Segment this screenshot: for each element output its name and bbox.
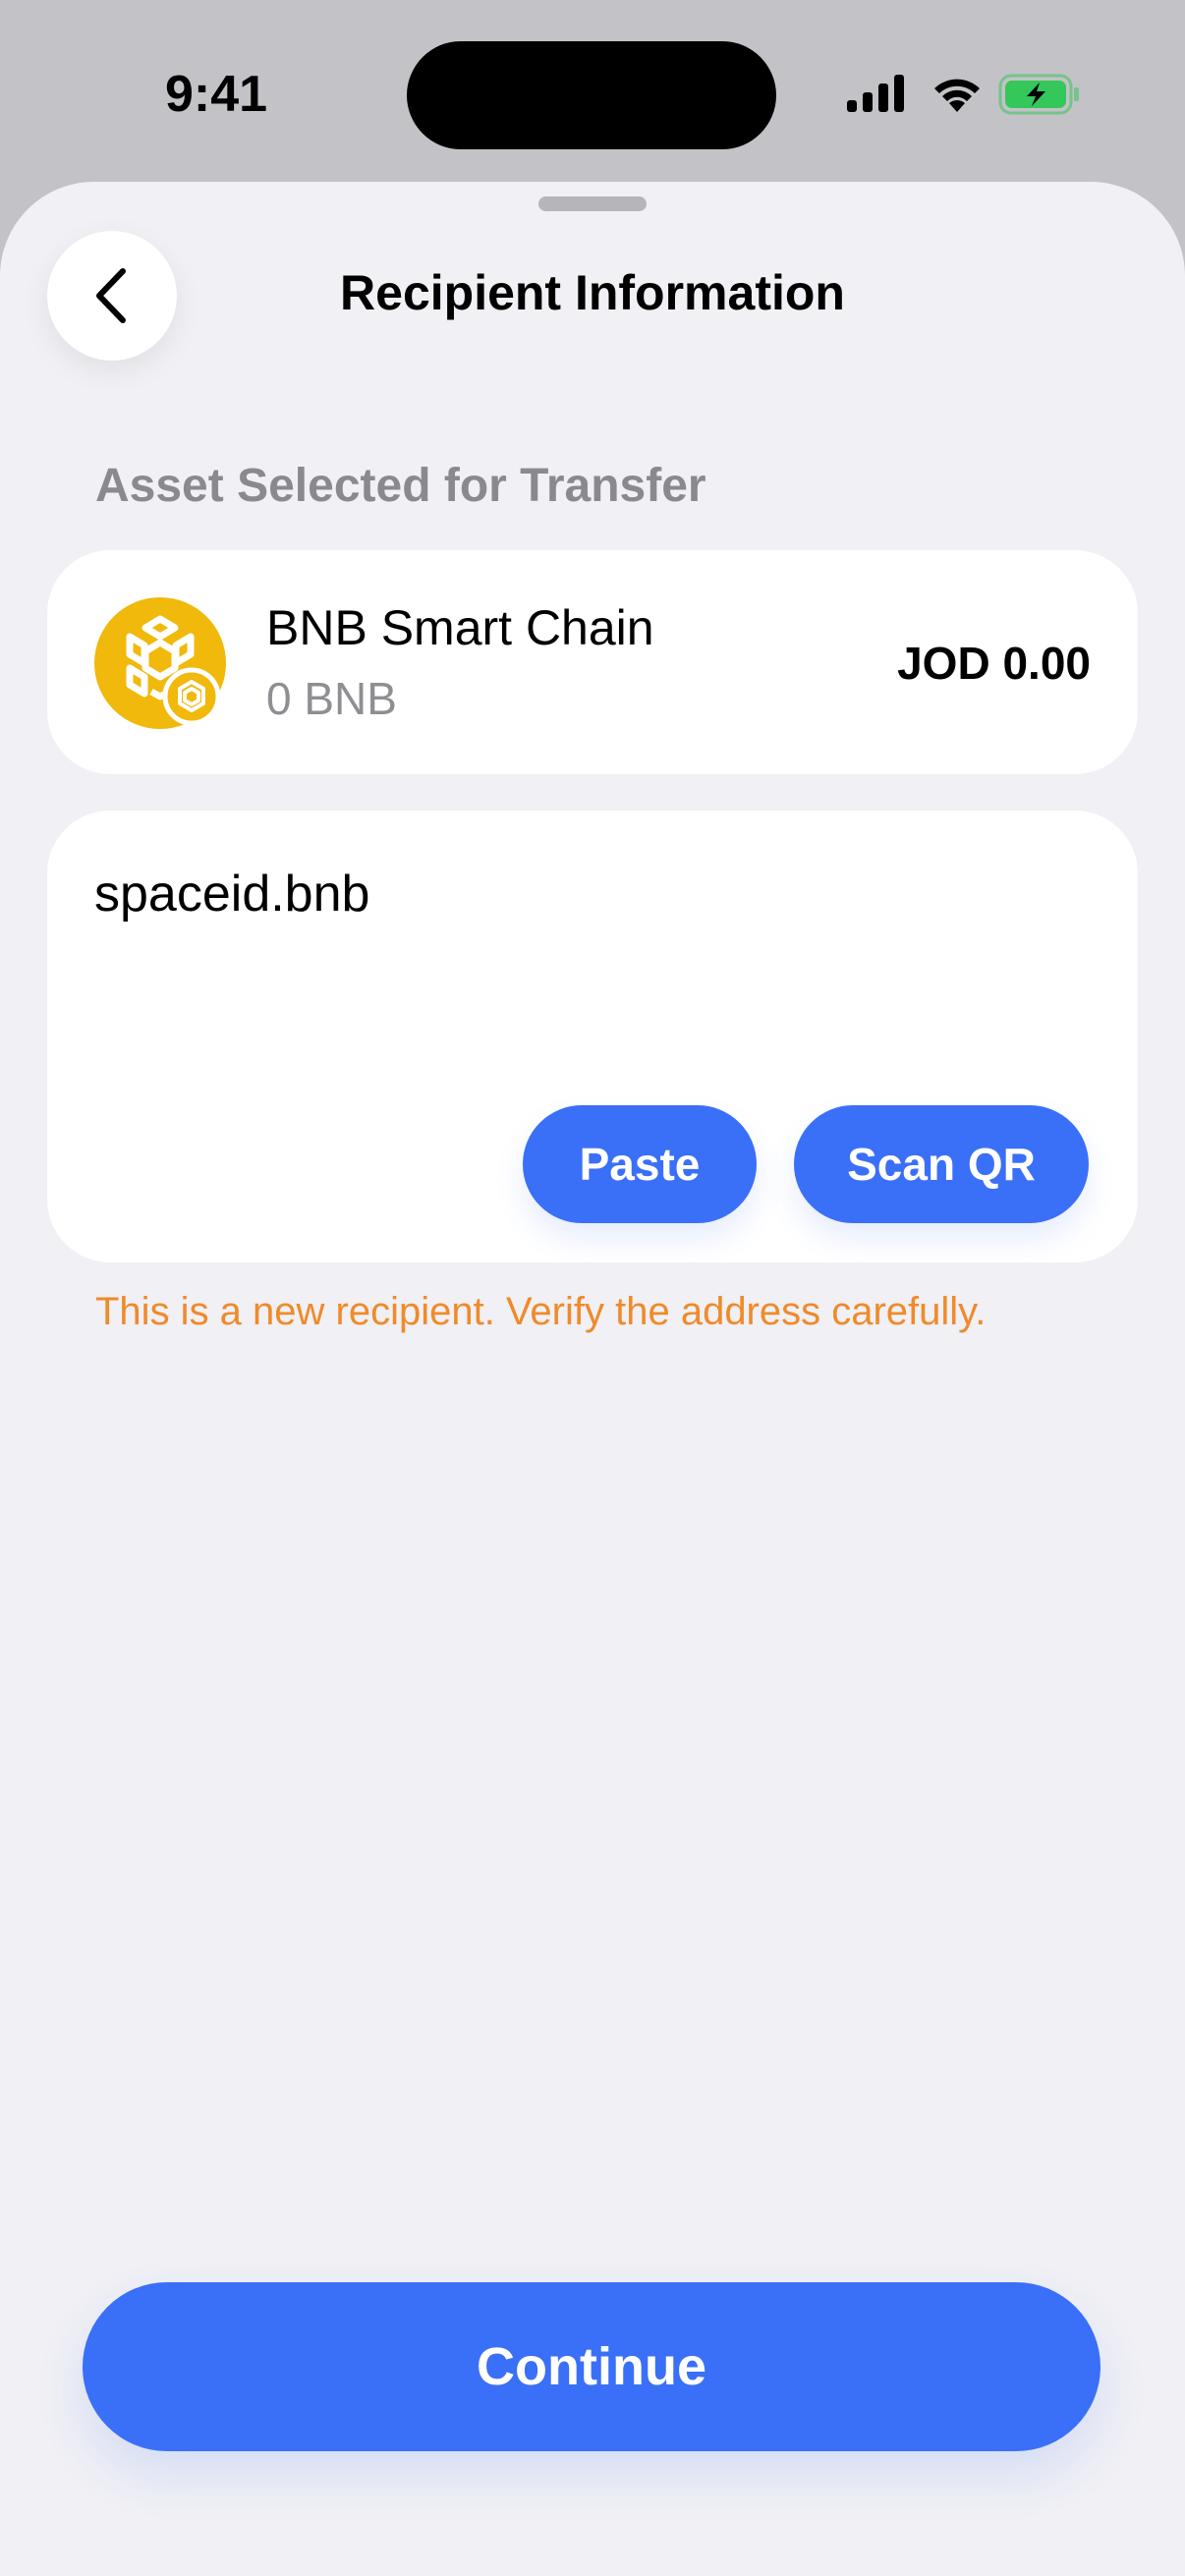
page-title: Recipient Information bbox=[340, 265, 845, 320]
recipient-address-input[interactable] bbox=[94, 855, 1077, 933]
asset-name: BNB Smart Chain bbox=[266, 600, 654, 655]
bottom-sheet: Recipient Information Asset Selected for… bbox=[0, 182, 1185, 2576]
sheet-grabber[interactable] bbox=[538, 196, 647, 211]
bnb-coin-icon bbox=[94, 597, 226, 729]
status-time: 9:41 bbox=[165, 66, 268, 123]
recipient-address-card: Paste Scan QR bbox=[47, 811, 1138, 1262]
dynamic-island bbox=[407, 41, 776, 149]
cellular-signal-icon bbox=[847, 75, 904, 112]
paste-button[interactable]: Paste bbox=[523, 1105, 757, 1223]
scan-qr-button[interactable]: Scan QR bbox=[794, 1105, 1089, 1223]
asset-balance: 0 BNB bbox=[266, 673, 397, 724]
new-recipient-warning: This is a new recipient. Verify the addr… bbox=[95, 1290, 987, 1333]
selected-asset-card[interactable]: BNB Smart Chain 0 BNB JOD 0.00 bbox=[47, 550, 1138, 774]
wifi-icon bbox=[934, 79, 980, 112]
asset-fiat-value: JOD 0.00 bbox=[897, 638, 1091, 689]
asset-section-label: Asset Selected for Transfer bbox=[95, 460, 706, 512]
status-bar: 9:41 bbox=[0, 0, 1185, 187]
battery-charging-icon bbox=[998, 74, 1079, 115]
continue-button[interactable]: Continue bbox=[83, 2282, 1100, 2451]
